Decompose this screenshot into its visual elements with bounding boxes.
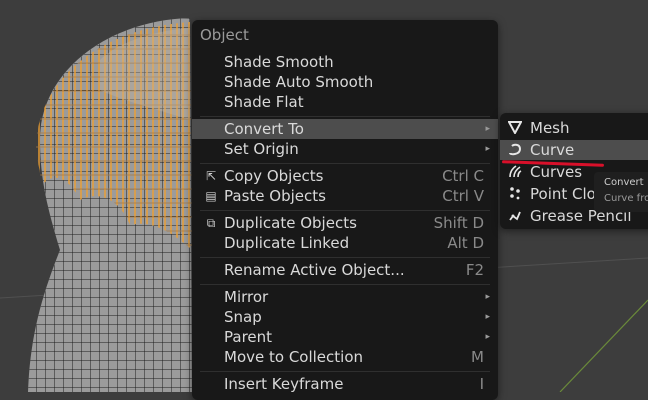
menu-item-mirror[interactable]: Mirror ▸ (192, 287, 498, 307)
menu-item-snap[interactable]: Snap ▸ (192, 307, 498, 327)
menu-item-rename-active-object[interactable]: Rename Active Object... F2 (192, 260, 498, 280)
menu-title: Object (200, 26, 249, 44)
submenu-arrow-icon: ▸ (485, 292, 490, 302)
menu-item-label: Rename Active Object... (224, 261, 405, 279)
menu-item-shortcut: M (471, 348, 484, 366)
grease-pencil-icon (508, 208, 522, 224)
menu-item-label: Shade Flat (224, 93, 304, 111)
menu-item-label: Shade Smooth (224, 53, 334, 71)
submenu-item-label: Curve (530, 141, 575, 159)
menu-separator (200, 257, 490, 258)
object-context-menu: Object Shade Smooth Shade Auto Smooth Sh… (192, 20, 498, 400)
menu-item-insert-keyframe[interactable]: Insert Keyframe I (192, 374, 498, 394)
menu-item-label: Insert Keyframe (224, 375, 344, 393)
menu-item-shortcut: F2 (465, 261, 484, 279)
submenu-item-curve[interactable]: Curve (500, 140, 648, 160)
tooltip: Convert Curve fro (594, 172, 648, 212)
paste-icon: ▤ (205, 189, 217, 203)
menu-separator (200, 210, 490, 211)
duplicate-icon: ⧉ (206, 216, 216, 230)
menu-item-move-to-collection[interactable]: Move to Collection M (192, 347, 498, 367)
point-cloud-icon (508, 186, 522, 202)
menu-item-convert-to[interactable]: Convert To ▸ (192, 119, 498, 139)
tooltip-description: Curve fro (604, 193, 648, 204)
menu-item-label: Snap (224, 308, 262, 326)
menu-item-label: Copy Objects (224, 167, 324, 185)
menu-item-shortcut: Ctrl V (442, 187, 484, 205)
menu-item-duplicate-linked[interactable]: Duplicate Linked Alt D (192, 233, 498, 253)
menu-separator (200, 371, 490, 372)
menu-item-label: Move to Collection (224, 348, 364, 366)
menu-separator (200, 116, 490, 117)
menu-item-shade-auto-smooth[interactable]: Shade Auto Smooth (192, 72, 498, 92)
menu-separator (200, 284, 490, 285)
menu-item-paste-objects[interactable]: ▤ Paste Objects Ctrl V (192, 186, 498, 206)
menu-item-shortcut: Shift D (433, 214, 484, 232)
menu-separator (200, 163, 490, 164)
menu-item-duplicate-objects[interactable]: ⧉ Duplicate Objects Shift D (192, 213, 498, 233)
copy-icon: ⇱ (205, 169, 217, 183)
submenu-item-mesh[interactable]: Mesh (500, 118, 648, 138)
menu-item-label: Shade Auto Smooth (224, 73, 374, 91)
menu-item-label: Convert To (224, 120, 304, 138)
menu-item-shortcut: Ctrl C (442, 167, 484, 185)
submenu-arrow-icon: ▸ (485, 332, 490, 342)
menu-item-set-origin[interactable]: Set Origin ▸ (192, 139, 498, 159)
submenu-arrow-icon: ▸ (485, 312, 490, 322)
submenu-arrow-icon: ▸ (485, 144, 490, 154)
menu-item-label: Set Origin (224, 140, 299, 158)
menu-item-shade-flat[interactable]: Shade Flat (192, 92, 498, 112)
menu-item-label: Duplicate Objects (224, 214, 357, 232)
submenu-item-label: Mesh (530, 119, 570, 137)
curves-icon (508, 164, 522, 180)
mesh-icon (507, 120, 523, 136)
menu-item-shade-smooth[interactable]: Shade Smooth (192, 52, 498, 72)
grid-axis-line (559, 299, 648, 392)
menu-item-shortcut: I (479, 375, 484, 393)
menu-item-label: Parent (224, 328, 273, 346)
submenu-arrow-icon: ▸ (485, 124, 490, 134)
curve-icon (508, 142, 522, 158)
menu-item-parent[interactable]: Parent ▸ (192, 327, 498, 347)
menu-item-copy-objects[interactable]: ⇱ Copy Objects Ctrl C (192, 166, 498, 186)
tooltip-title: Convert (604, 177, 644, 188)
menu-item-shortcut: Alt D (447, 234, 484, 252)
menu-item-label: Paste Objects (224, 187, 326, 205)
menu-item-label: Duplicate Linked (224, 234, 350, 252)
menu-item-label: Mirror (224, 288, 269, 306)
